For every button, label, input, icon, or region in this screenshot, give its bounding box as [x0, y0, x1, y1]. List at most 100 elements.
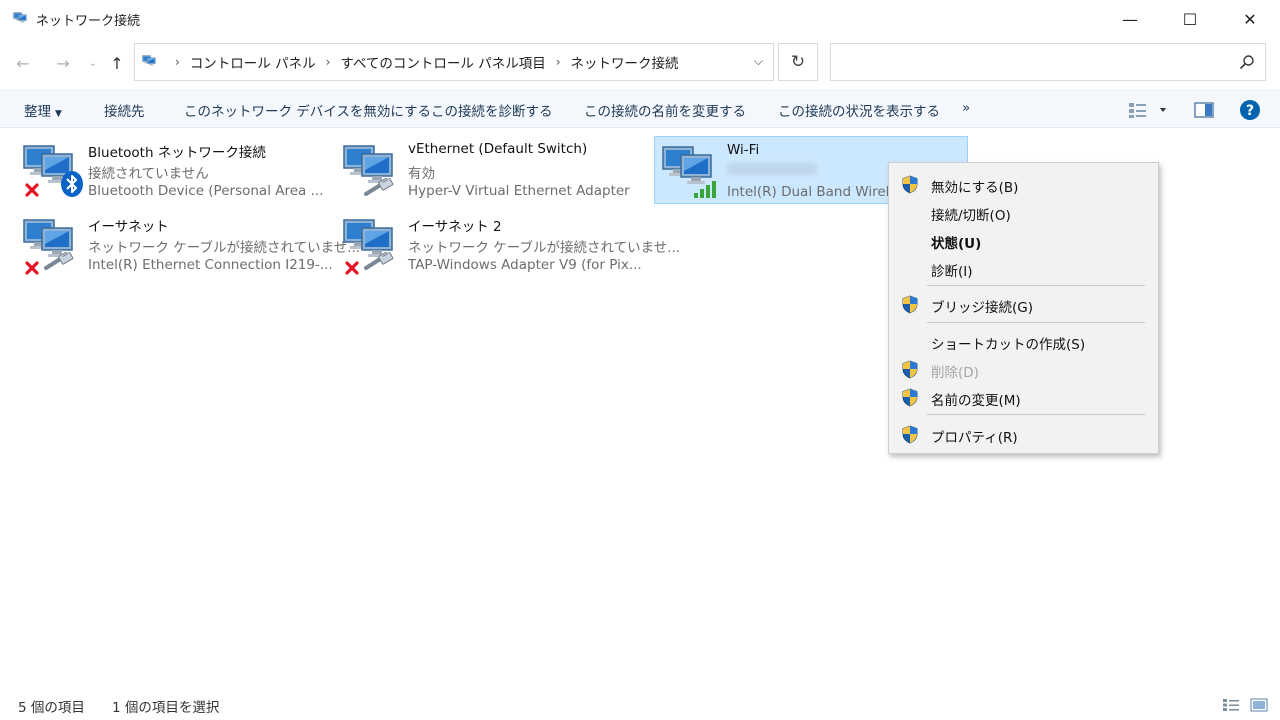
- dropdown-caret-icon: ▼: [55, 109, 62, 119]
- connection-item-bluetooth[interactable]: Bluetooth ネットワーク接続 接続されていません Bluetooth D…: [16, 136, 328, 204]
- bluetooth-adapter-icon: [22, 140, 83, 200]
- window-title: ネットワーク接続: [36, 14, 141, 29]
- menu-item-create-shortcut[interactable]: ショートカットの作成(S): [889, 328, 1158, 354]
- connection-status: [727, 163, 817, 179]
- connection-name: イーサネット 2: [408, 219, 502, 235]
- menu-separator: [927, 414, 1145, 415]
- ethernet-adapter-icon: [342, 140, 402, 200]
- uac-shield-icon: [901, 425, 919, 444]
- recent-locations-chevron-icon[interactable]: ⌄: [82, 52, 104, 74]
- minimize-button[interactable]: —: [1100, 0, 1160, 38]
- navigation-row: ← → ⌄ ↑ › コントロール パネル › すべてのコントロール パネル項目 …: [0, 40, 1280, 86]
- uac-shield-icon: [901, 388, 919, 407]
- connection-item-vethernet[interactable]: vEthernet (Default Switch) 有効 Hyper-V Vi…: [336, 136, 648, 204]
- forward-arrow-icon[interactable]: →: [52, 52, 74, 74]
- menu-item-bridge[interactable]: ブリッジ接続(G): [889, 291, 1158, 317]
- menu-item-status[interactable]: 状態(U): [889, 227, 1158, 253]
- svg-text:?: ?: [1246, 103, 1254, 119]
- organize-label: 整理: [24, 104, 51, 120]
- uac-shield-icon: [901, 360, 919, 379]
- menu-item-label: ブリッジ接続(G): [931, 300, 1033, 316]
- disable-device-button[interactable]: このネットワーク デバイスを無効にする: [184, 100, 431, 120]
- refresh-icon: ↻: [790, 52, 806, 72]
- menu-item-label: 診断(I): [931, 264, 973, 280]
- connection-status: ネットワーク ケーブルが接続されていませ...: [88, 240, 361, 256]
- up-arrow-icon[interactable]: ↑: [106, 52, 128, 74]
- ethernet-cable-icon: [364, 252, 394, 272]
- red-x-icon: [344, 260, 360, 276]
- connection-item-ethernet-2[interactable]: イーサネット 2 ネットワーク ケーブルが接続されていませ... TAP-Win…: [336, 210, 680, 278]
- connection-device: Bluetooth Device (Personal Area ...: [88, 183, 324, 199]
- connection-name: Wi-Fi: [727, 142, 760, 158]
- menu-item-connect-disconnect[interactable]: 接続/切断(O): [889, 199, 1158, 225]
- breadcrumb-separator-icon[interactable]: ›: [326, 55, 331, 69]
- preview-pane-button[interactable]: [1190, 98, 1218, 122]
- breadcrumb-all-items[interactable]: すべてのコントロール パネル項目: [340, 52, 545, 72]
- signal-bars-icon: [694, 181, 716, 198]
- connection-name: イーサネット: [88, 219, 169, 235]
- connection-device: Intel(R) Ethernet Connection I219-...: [88, 257, 333, 273]
- close-button[interactable]: ✕: [1220, 0, 1280, 38]
- ethernet-cable-icon: [44, 252, 74, 272]
- breadcrumb-separator-icon[interactable]: ›: [175, 55, 180, 69]
- connect-to-button[interactable]: 接続先: [104, 100, 145, 120]
- connection-device: Intel(R) Dual Band Wirele: [727, 184, 898, 200]
- context-menu: 無効にする(B) 接続/切断(O) 状態(U) 診断(I) ブリッジ接続(G) …: [888, 162, 1159, 454]
- status-bar: 5 個の項目 1 個の項目を選択: [0, 690, 1280, 720]
- network-connections-icon: [12, 11, 30, 27]
- organize-button[interactable]: 整理 ▼: [24, 100, 62, 120]
- menu-item-disable[interactable]: 無効にする(B): [889, 171, 1158, 197]
- help-button[interactable]: ?: [1236, 98, 1264, 122]
- connection-device: TAP-Windows Adapter V9 (for Pix...: [408, 257, 642, 273]
- connection-item-ethernet[interactable]: イーサネット ネットワーク ケーブルが接続されていませ... Intel(R) …: [16, 210, 360, 278]
- search-icon[interactable]: [1239, 54, 1255, 70]
- ethernet-adapter-icon: [342, 214, 402, 274]
- menu-item-delete: 削除(D): [889, 356, 1158, 382]
- change-view-button[interactable]: [1124, 98, 1170, 122]
- address-dropdown-chevron-icon[interactable]: ⌵: [754, 54, 763, 69]
- details-view-icon[interactable]: [1222, 698, 1240, 712]
- help-icon: ?: [1240, 100, 1260, 120]
- uac-shield-icon: [901, 175, 919, 194]
- uac-shield-icon: [901, 295, 919, 314]
- more-commands-button[interactable]: »: [962, 100, 970, 116]
- menu-separator: [927, 322, 1145, 323]
- large-icons-view-icon[interactable]: [1250, 698, 1268, 712]
- connection-name: Bluetooth ネットワーク接続: [88, 145, 266, 161]
- red-x-icon: [24, 260, 40, 276]
- connection-device: Hyper-V Virtual Ethernet Adapter: [408, 183, 630, 199]
- breadcrumb-separator-icon[interactable]: ›: [556, 55, 561, 69]
- menu-item-label: 接続/切断(O): [931, 208, 1011, 224]
- menu-separator: [927, 285, 1145, 286]
- preview-pane-icon: [1194, 102, 1214, 118]
- refresh-button[interactable]: ↻: [778, 43, 818, 81]
- breadcrumb-control-panel[interactable]: コントロール パネル: [190, 52, 316, 72]
- redacted-ssid: [727, 163, 817, 175]
- command-bar: 整理 ▼ 接続先 このネットワーク デバイスを無効にする この接続を診断する この…: [0, 90, 1280, 128]
- view-status-button[interactable]: この接続の状況を表示する: [778, 100, 940, 120]
- wifi-adapter-icon: [661, 141, 721, 201]
- menu-item-label: 無効にする(B): [931, 180, 1019, 196]
- menu-item-rename[interactable]: 名前の変更(M): [889, 384, 1158, 410]
- connection-status: 有効: [408, 166, 435, 182]
- ethernet-adapter-icon: [22, 214, 82, 274]
- maximize-button[interactable]: ☐: [1160, 0, 1220, 38]
- breadcrumb-network-connections[interactable]: ネットワーク接続: [571, 52, 679, 72]
- search-input[interactable]: [839, 52, 1219, 72]
- bluetooth-icon: [61, 171, 83, 197]
- ethernet-cable-icon: [364, 178, 394, 198]
- view-options-icon: [1129, 103, 1166, 118]
- address-bar[interactable]: › コントロール パネル › すべてのコントロール パネル項目 › ネットワーク…: [134, 43, 774, 81]
- rename-button[interactable]: この接続の名前を変更する: [584, 100, 746, 120]
- search-box[interactable]: [830, 43, 1266, 81]
- selected-count: 1 個の項目を選択: [112, 700, 220, 716]
- menu-item-label: ショートカットの作成(S): [931, 337, 1086, 353]
- diagnose-button[interactable]: この接続を診断する: [431, 100, 553, 120]
- menu-item-properties[interactable]: プロパティ(R): [889, 421, 1158, 447]
- control-panel-icon: [141, 54, 159, 70]
- menu-item-diagnose[interactable]: 診断(I): [889, 255, 1158, 281]
- back-arrow-icon[interactable]: ←: [12, 52, 34, 74]
- title-bar: ネットワーク接続 — ☐ ✕: [0, 0, 1280, 38]
- menu-item-label: 名前の変更(M): [931, 393, 1021, 409]
- menu-item-label: 削除(D): [931, 365, 979, 381]
